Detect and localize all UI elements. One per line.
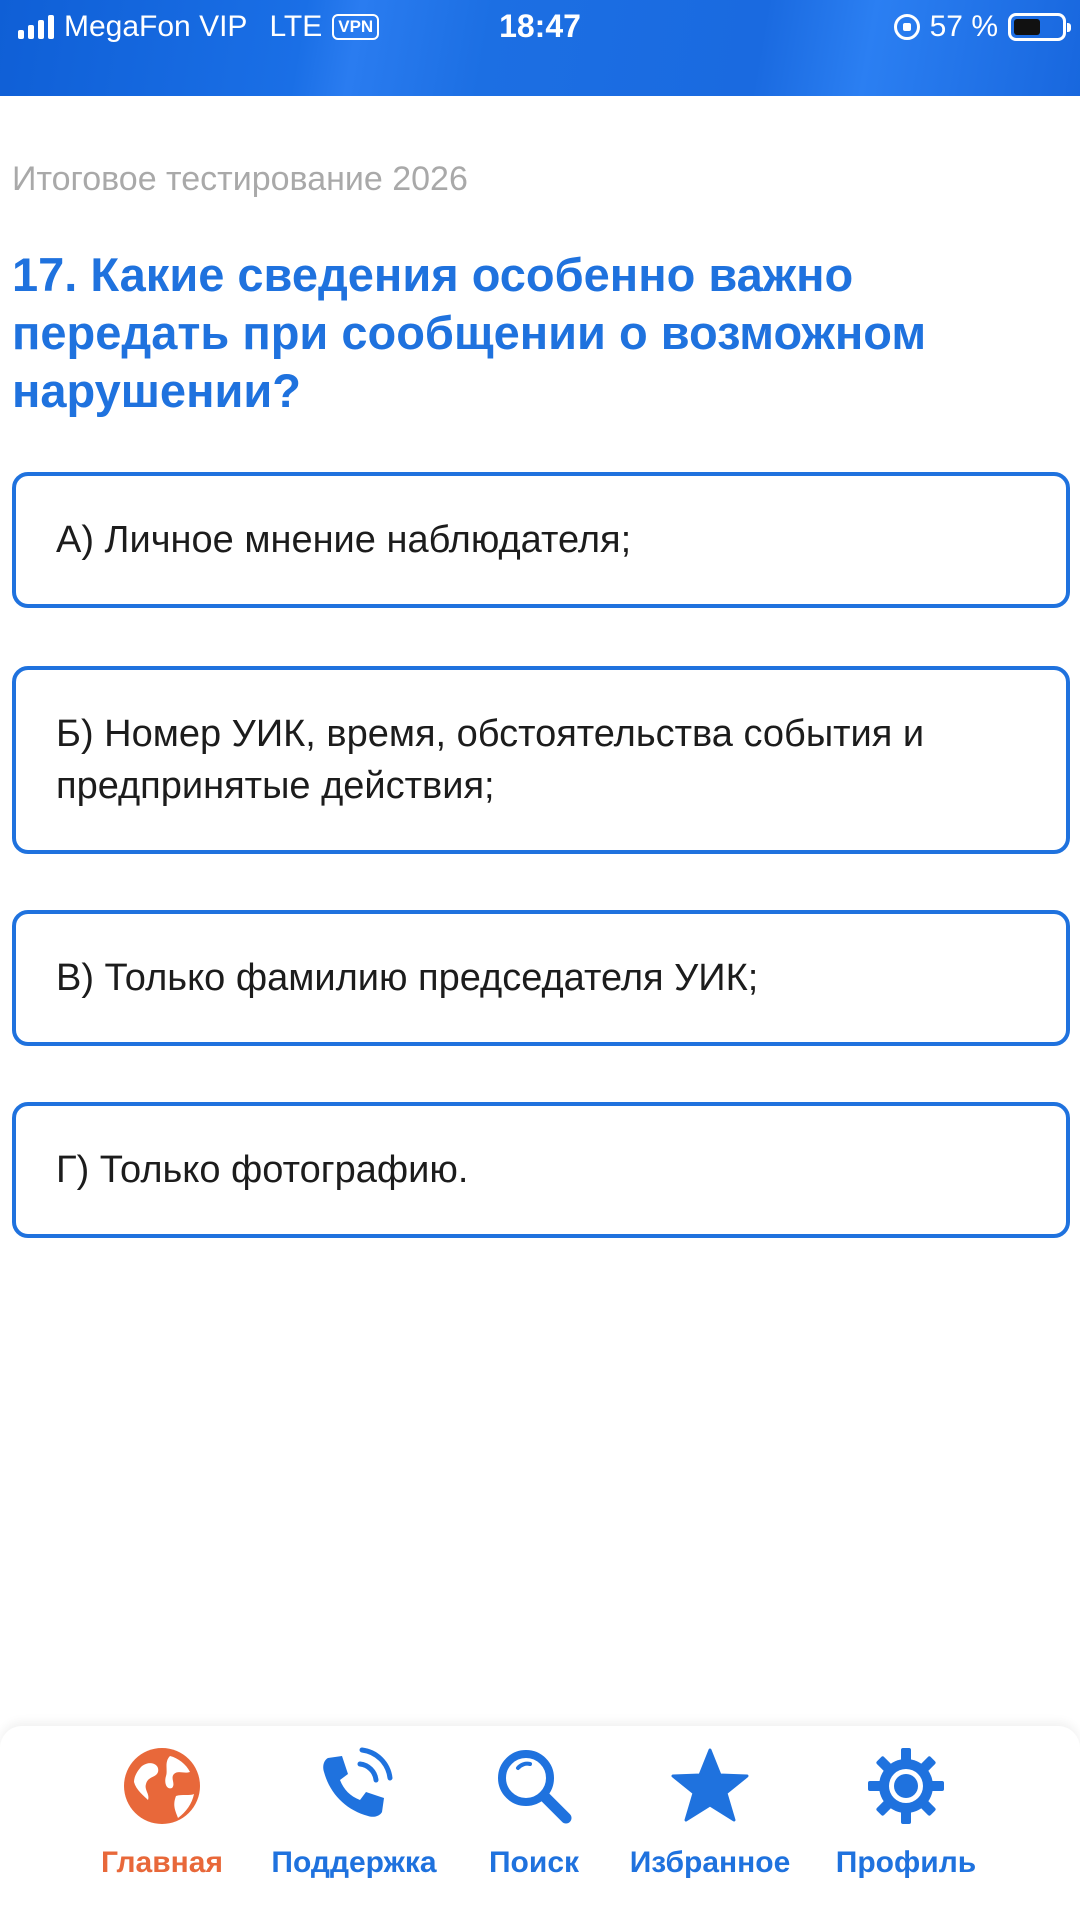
search-icon — [498, 1750, 572, 1824]
nav-item-profile[interactable]: Профиль — [806, 1744, 1006, 1880]
nav-label-home: Главная — [100, 1846, 223, 1879]
bottom-nav: Главная Поддержка Поиск Избранное Профил… — [0, 1726, 1080, 1920]
status-right: 57 % — [893, 10, 1071, 44]
nav-item-search[interactable]: Поиск — [434, 1744, 634, 1880]
answer-option-c[interactable]: В) Только фамилию председателя УИК; — [12, 910, 1070, 1046]
nav-label-favorites: Избранное — [629, 1846, 791, 1879]
answer-option-text: В) Только фамилию председателя УИК; — [56, 957, 759, 999]
test-subtitle: Итоговое тестирование 2026 — [12, 160, 468, 198]
status-bar: MegaFon VIP LTE VPN 18:47 57 % — [0, 0, 1080, 96]
battery-icon — [1008, 13, 1071, 41]
gear-icon — [868, 1748, 944, 1824]
answer-option-a[interactable]: А) Личное мнение наблюдателя; — [12, 472, 1070, 608]
answer-option-text: Б) Номер УИК, время, обстоятельства собы… — [56, 713, 925, 807]
battery-percent: 57 % — [929, 10, 998, 43]
phone-icon — [323, 1747, 393, 1817]
question-title: 17. Какие сведения особенно важно переда… — [12, 248, 927, 417]
answer-option-d[interactable]: Г) Только фотографию. — [12, 1102, 1070, 1238]
answer-options: А) Личное мнение наблюдателя; Б) Номер У… — [12, 472, 1070, 1238]
nav-item-support[interactable]: Поддержка — [254, 1744, 454, 1880]
nav-label-search: Поиск — [488, 1846, 580, 1879]
answer-option-b[interactable]: Б) Номер УИК, время, обстоятельства собы… — [12, 666, 1070, 854]
nav-item-favorites[interactable]: Избранное — [610, 1744, 810, 1880]
nav-label-profile: Профиль — [835, 1846, 977, 1879]
star-icon — [671, 1748, 749, 1822]
nav-item-home[interactable]: Главная — [62, 1744, 262, 1880]
answer-option-text: А) Личное мнение наблюдателя; — [56, 519, 632, 561]
app-screen: MegaFon VIP LTE VPN 18:47 57 % Итоговое … — [0, 0, 1080, 1920]
globe-icon — [124, 1748, 200, 1824]
answer-option-text: Г) Только фотографию. — [56, 1149, 469, 1191]
rotation-lock-icon — [893, 14, 920, 40]
nav-label-support: Поддержка — [271, 1846, 437, 1879]
